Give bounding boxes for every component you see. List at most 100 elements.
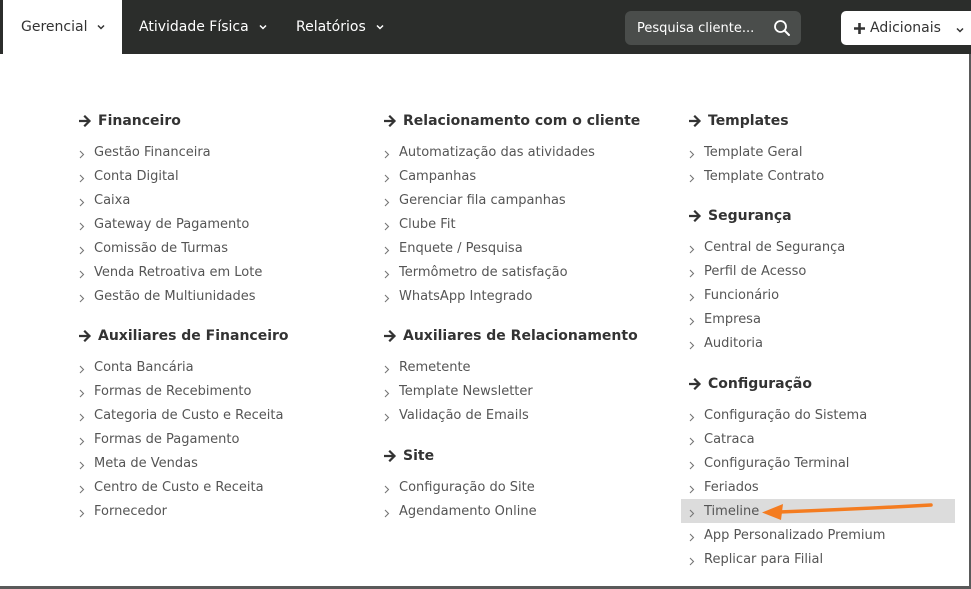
menu-item-auditoria[interactable]: Auditoria — [689, 331, 763, 355]
menu-item-formas-de-recebimento[interactable]: Formas de Recebimento — [79, 379, 251, 403]
arrow-right-icon — [383, 329, 397, 343]
menu-item-automatizacao-das-atividades[interactable]: Automatização das atividades — [384, 140, 595, 164]
menu-item-enquete-pesquisa[interactable]: Enquete / Pesquisa — [384, 236, 523, 260]
adicionais-button[interactable]: Adicionais — [841, 11, 971, 45]
chevron-right-icon — [689, 483, 695, 493]
chevron-down-icon — [955, 23, 965, 33]
menu-item-template-contrato[interactable]: Template Contrato — [689, 164, 824, 188]
section-title-label: Templates — [708, 113, 789, 129]
menu-item-label: Replicar para Filial — [704, 551, 824, 567]
chevron-right-icon — [79, 387, 85, 397]
menu-item-gerenciar-fila-campanhas[interactable]: Gerenciar fila campanhas — [384, 188, 566, 212]
menu-item-label: Formas de Recebimento — [94, 383, 252, 399]
chevron-down-icon — [96, 22, 106, 32]
menu-item-caixa[interactable]: Caixa — [79, 188, 130, 212]
nav-atividade-fisica-label: Atividade Física — [139, 19, 249, 35]
chevron-right-icon — [689, 555, 695, 565]
nav-relatorios[interactable]: Relatórios — [296, 0, 385, 54]
search-input[interactable] — [625, 20, 765, 36]
chevron-right-icon — [689, 531, 695, 541]
chevron-right-icon — [384, 411, 390, 421]
menu-item-app-personalizado-premium[interactable]: App Personalizado Premium — [689, 523, 885, 547]
chevron-right-icon — [384, 292, 390, 302]
chevron-right-icon — [79, 148, 85, 158]
menu-item-whatsapp-integrado[interactable]: WhatsApp Integrado — [384, 284, 532, 308]
chevron-right-icon — [384, 507, 390, 517]
menu-item-label: Termômetro de satisfação — [399, 264, 568, 280]
menu-item-feriados[interactable]: Feriados — [689, 475, 759, 499]
menu-item-clube-fit[interactable]: Clube Fit — [384, 212, 456, 236]
nav-relatorios-label: Relatórios — [296, 19, 366, 35]
menu-item-gestao-financeira[interactable]: Gestão Financeira — [79, 140, 211, 164]
chevron-right-icon — [689, 459, 695, 469]
chevron-right-icon — [689, 148, 695, 158]
menu-item-campanhas[interactable]: Campanhas — [384, 164, 476, 188]
menu-item-gateway-de-pagamento[interactable]: Gateway de Pagamento — [79, 212, 249, 236]
section-title-financeiro: Financeiro — [78, 113, 181, 129]
chevron-right-icon — [689, 507, 695, 517]
menu-item-meta-de-vendas[interactable]: Meta de Vendas — [79, 451, 198, 475]
menu-item-fornecedor[interactable]: Fornecedor — [79, 499, 167, 523]
top-navbar: Gerencial Atividade Física Relatórios Ad… — [0, 0, 971, 54]
menu-item-label: Perfil de Acesso — [704, 263, 807, 279]
menu-item-label: Catraca — [704, 431, 755, 447]
section-title-configuracao: Configuração — [688, 376, 812, 392]
menu-item-validacao-de-emails[interactable]: Validação de Emails — [384, 403, 529, 427]
chevron-right-icon — [689, 243, 695, 253]
chevron-right-icon — [384, 172, 390, 182]
menu-item-termometro-de-satisfacao[interactable]: Termômetro de satisfação — [384, 260, 568, 284]
arrow-right-icon — [78, 329, 92, 343]
menu-item-categoria-de-custo-e-receita[interactable]: Categoria de Custo e Receita — [79, 403, 283, 427]
menu-item-empresa[interactable]: Empresa — [689, 307, 761, 331]
menu-item-label: Empresa — [704, 311, 761, 327]
menu-item-gestao-de-multiunidades[interactable]: Gestão de Multiunidades — [79, 284, 255, 308]
menu-item-formas-de-pagamento[interactable]: Formas de Pagamento — [79, 427, 239, 451]
chevron-right-icon — [79, 435, 85, 445]
section-title-label: Auxiliares de Relacionamento — [403, 328, 638, 344]
menu-item-catraca[interactable]: Catraca — [689, 427, 755, 451]
arrow-right-icon — [688, 114, 702, 128]
arrow-right-icon — [383, 114, 397, 128]
menu-item-configuracao-terminal[interactable]: Configuração Terminal — [689, 451, 849, 475]
section-title-templates: Templates — [688, 113, 789, 129]
chevron-right-icon — [689, 411, 695, 421]
menu-item-central-de-seguranca[interactable]: Central de Segurança — [689, 235, 845, 259]
nav-atividade-fisica[interactable]: Atividade Física — [139, 0, 268, 54]
menu-item-configuracao-do-sistema[interactable]: Configuração do Sistema — [689, 403, 867, 427]
chevron-right-icon — [79, 483, 85, 493]
menu-item-label: Formas de Pagamento — [94, 431, 240, 447]
menu-item-timeline[interactable]: Timeline — [681, 499, 955, 523]
menu-item-label: Categoria de Custo e Receita — [94, 407, 284, 423]
chevron-right-icon — [689, 291, 695, 301]
menu-item-venda-retroativa-em-lote[interactable]: Venda Retroativa em Lote — [79, 260, 262, 284]
section-title-seguranca: Segurança — [688, 208, 792, 224]
menu-item-label: Feriados — [704, 479, 759, 495]
section-title-aux-financeiro: Auxiliares de Financeiro — [78, 328, 289, 344]
chevron-right-icon — [689, 315, 695, 325]
menu-item-centro-de-custo-e-receita[interactable]: Centro de Custo e Receita — [79, 475, 264, 499]
chevron-right-icon — [79, 507, 85, 517]
menu-item-label: Central de Segurança — [704, 239, 846, 255]
menu-item-perfil-de-acesso[interactable]: Perfil de Acesso — [689, 259, 806, 283]
chevron-right-icon — [79, 459, 85, 469]
menu-item-replicar-para-filial[interactable]: Replicar para Filial — [689, 547, 823, 571]
menu-item-comissao-de-turmas[interactable]: Comissão de Turmas — [79, 236, 228, 260]
menu-item-remetente[interactable]: Remetente — [384, 355, 471, 379]
menu-item-configuracao-do-site[interactable]: Configuração do Site — [384, 475, 535, 499]
search-icon[interactable] — [773, 19, 791, 37]
menu-item-conta-bancaria[interactable]: Conta Bancária — [79, 355, 194, 379]
menu-item-label: Caixa — [94, 192, 131, 208]
section-title-label: Relacionamento com o cliente — [403, 113, 641, 129]
menu-item-agendamento-online[interactable]: Agendamento Online — [384, 499, 537, 523]
chevron-right-icon — [79, 363, 85, 373]
chevron-right-icon — [689, 435, 695, 445]
menu-item-funcionario[interactable]: Funcionário — [689, 283, 779, 307]
menu-item-label: Remetente — [399, 359, 471, 375]
menu-item-label: Fornecedor — [94, 503, 168, 519]
menu-item-template-geral[interactable]: Template Geral — [689, 140, 802, 164]
menu-item-template-newsletter[interactable]: Template Newsletter — [384, 379, 533, 403]
menu-item-label: Template Geral — [704, 144, 803, 160]
menu-item-conta-digital[interactable]: Conta Digital — [79, 164, 179, 188]
chevron-down-icon — [375, 22, 385, 32]
nav-gerencial[interactable]: Gerencial — [3, 0, 122, 54]
